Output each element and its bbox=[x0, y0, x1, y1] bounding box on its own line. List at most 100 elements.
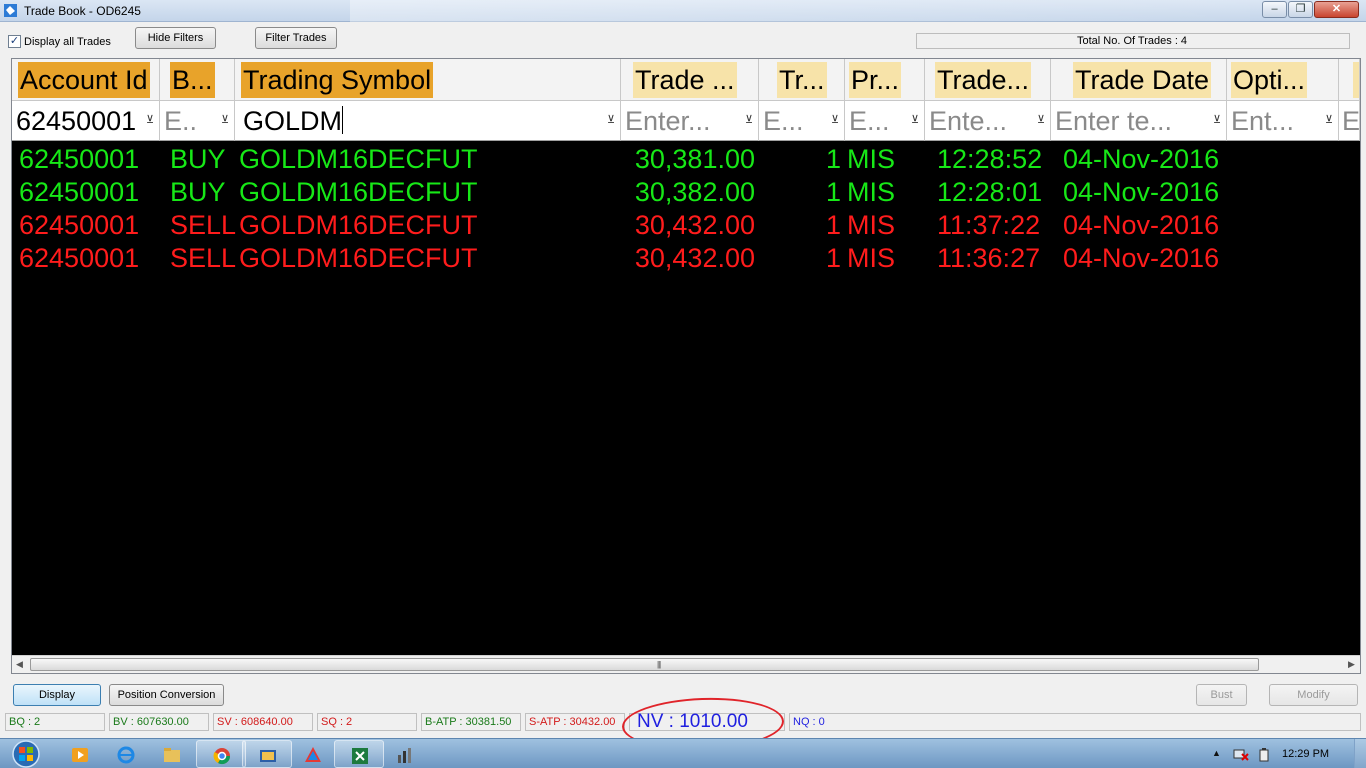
cell-symbol: GOLDM16DECFUT bbox=[239, 243, 478, 273]
status-nq: NQ : 0 bbox=[789, 713, 1361, 731]
filter-funnel-icon[interactable]: ⊻ bbox=[829, 114, 841, 126]
total-trades-text: Total No. Of Trades : 4 bbox=[1077, 35, 1188, 47]
cell-product: MIS bbox=[847, 243, 896, 273]
horizontal-scrollbar[interactable]: ◀ ||| ▶ bbox=[12, 655, 1360, 673]
restore-button[interactable]: ❐ bbox=[1288, 1, 1313, 18]
filter-trade-time[interactable]: Ente... ⊻ bbox=[925, 101, 1051, 141]
cell-qty: 1 bbox=[825, 144, 841, 174]
cell-account: 62450001 bbox=[19, 144, 140, 174]
filter-trade-price[interactable]: Enter... ⊻ bbox=[621, 101, 759, 141]
excel-taskbar-icon[interactable] bbox=[334, 740, 384, 768]
internet-explorer-taskbar-icon[interactable] bbox=[101, 740, 151, 768]
network-icon[interactable] bbox=[1233, 748, 1249, 762]
status-bv: BV : 607630.00 bbox=[109, 713, 209, 731]
cell-account: 62450001 bbox=[19, 177, 140, 207]
column-header-trading-symbol[interactable]: Trading Symbol bbox=[235, 59, 621, 101]
scrollbar-grip-icon: ||| bbox=[657, 660, 661, 669]
cell-side: BUY bbox=[170, 177, 226, 207]
hide-filters-button[interactable]: Hide Filters bbox=[135, 27, 216, 49]
filter-funnel-icon[interactable]: ⊻ bbox=[1035, 114, 1047, 126]
status-b-atp: B-ATP : 30381.50 bbox=[421, 713, 521, 731]
cell-product: MIS bbox=[847, 177, 896, 207]
filter-account-id[interactable]: 62450001 ⊻ bbox=[12, 101, 160, 141]
column-header-trade-date[interactable]: Trade Date bbox=[1051, 59, 1227, 101]
cell-symbol: GOLDM16DECFUT bbox=[239, 177, 478, 207]
column-header-buy-sell[interactable]: B... bbox=[160, 59, 235, 101]
show-desktop-button[interactable] bbox=[1354, 739, 1366, 768]
filter-funnel-icon[interactable]: ⊻ bbox=[605, 114, 617, 126]
filter-option[interactable]: Ent... ⊻ bbox=[1227, 101, 1339, 141]
column-header-product[interactable]: Pr... bbox=[845, 59, 925, 101]
cell-price: 30,432.00 bbox=[634, 210, 755, 240]
chart-app-taskbar-icon[interactable] bbox=[380, 740, 430, 768]
filter-buy-sell[interactable]: E.. ⊻ bbox=[160, 101, 235, 141]
column-header-account-id[interactable]: Account Id bbox=[12, 59, 160, 101]
column-header-trade-price[interactable]: Trade ... bbox=[621, 59, 759, 101]
filter-trade-qty[interactable]: E... ⊻ bbox=[759, 101, 845, 141]
table-row[interactable]: 62450001 BUY GOLDM16DECFUT 30,381.00 1 M… bbox=[12, 143, 1360, 176]
filter-trades-button[interactable]: Filter Trades bbox=[255, 27, 337, 49]
cell-date: 04-Nov-2016 bbox=[1063, 144, 1220, 174]
cell-date: 04-Nov-2016 bbox=[1063, 210, 1220, 240]
column-header-option[interactable]: Opti... bbox=[1227, 59, 1339, 101]
table-row[interactable]: 62450001 SELL GOLDM16DECFUT 30,432.00 1 … bbox=[12, 242, 1360, 275]
bust-button[interactable]: Bust bbox=[1196, 684, 1247, 706]
filter-funnel-icon[interactable]: ⊻ bbox=[144, 114, 156, 126]
power-icon[interactable] bbox=[1257, 748, 1271, 762]
filter-trade-date[interactable]: Enter te... ⊻ bbox=[1051, 101, 1227, 141]
cell-qty: 1 bbox=[825, 210, 841, 240]
trade-grid: Account Id B... Trading Symbol Trade ...… bbox=[11, 58, 1361, 674]
filter-funnel-icon[interactable]: ⊻ bbox=[743, 114, 755, 126]
taskbar: ▲ 12:29 PM bbox=[0, 738, 1366, 768]
filter-funnel-icon[interactable]: ⊻ bbox=[909, 114, 921, 126]
scrollbar-thumb[interactable]: ||| bbox=[30, 658, 1259, 671]
position-conversion-button[interactable]: Position Conversion bbox=[109, 684, 224, 706]
column-header-trade-time[interactable]: Trade... bbox=[925, 59, 1051, 101]
trading-app-taskbar-icon[interactable] bbox=[242, 740, 292, 768]
filter-funnel-icon[interactable]: ⊻ bbox=[1211, 114, 1223, 126]
window-title: Trade Book - OD6245 bbox=[24, 4, 141, 18]
cell-symbol: GOLDM16DECFUT bbox=[239, 210, 478, 240]
delta-app-taskbar-icon[interactable] bbox=[288, 740, 338, 768]
file-explorer-taskbar-icon[interactable] bbox=[147, 740, 197, 768]
table-row[interactable]: 62450001 BUY GOLDM16DECFUT 30,382.00 1 M… bbox=[12, 176, 1360, 209]
display-all-trades-checkbox[interactable]: ✓ bbox=[8, 35, 21, 48]
display-all-trades-label: Display all Trades bbox=[24, 36, 111, 48]
cell-side: BUY bbox=[170, 144, 226, 174]
start-button-icon[interactable] bbox=[4, 739, 48, 768]
text-caret bbox=[342, 106, 344, 134]
close-button[interactable]: ✕ bbox=[1314, 1, 1359, 18]
scroll-left-arrow-icon[interactable]: ◀ bbox=[16, 659, 23, 670]
minimize-button[interactable]: – bbox=[1262, 1, 1287, 18]
status-s-atp: S-ATP : 30432.00 bbox=[525, 713, 625, 731]
cell-product: MIS bbox=[847, 210, 896, 240]
tray-arrow-icon[interactable]: ▲ bbox=[1212, 748, 1221, 758]
filter-more[interactable]: E bbox=[1339, 101, 1360, 141]
chrome-taskbar-icon[interactable] bbox=[196, 740, 246, 768]
filter-funnel-icon[interactable]: ⊻ bbox=[219, 114, 231, 126]
cell-side: SELL bbox=[170, 210, 237, 240]
filter-funnel-icon[interactable]: ⊻ bbox=[1323, 114, 1335, 126]
cell-date: 04-Nov-2016 bbox=[1063, 243, 1220, 273]
cell-product: MIS bbox=[847, 144, 896, 174]
scroll-right-arrow-icon[interactable]: ▶ bbox=[1348, 659, 1355, 670]
system-clock[interactable]: 12:29 PM bbox=[1282, 748, 1329, 760]
column-header-more[interactable] bbox=[1339, 59, 1360, 101]
status-sq: SQ : 2 bbox=[317, 713, 417, 731]
media-player-taskbar-icon[interactable] bbox=[55, 740, 105, 768]
title-bar-glass bbox=[350, 0, 1250, 22]
modify-button[interactable]: Modify bbox=[1269, 684, 1358, 706]
cell-time: 11:36:27 bbox=[937, 243, 1041, 273]
filter-trading-symbol[interactable]: GOLDM ⊻ bbox=[235, 101, 621, 141]
display-button[interactable]: Display bbox=[13, 684, 101, 706]
total-trades-box: Total No. Of Trades : 4 bbox=[916, 33, 1350, 49]
cell-symbol: GOLDM16DECFUT bbox=[239, 144, 478, 174]
column-header-trade-qty[interactable]: Tr... bbox=[759, 59, 845, 101]
filter-product[interactable]: E... ⊻ bbox=[845, 101, 925, 141]
table-row[interactable]: 62450001 SELL GOLDM16DECFUT 30,432.00 1 … bbox=[12, 209, 1360, 242]
cell-account: 62450001 bbox=[19, 210, 140, 240]
cell-price: 30,382.00 bbox=[634, 177, 755, 207]
cell-price: 30,381.00 bbox=[634, 144, 755, 174]
cell-time: 11:37:22 bbox=[937, 210, 1041, 240]
cell-date: 04-Nov-2016 bbox=[1063, 177, 1220, 207]
